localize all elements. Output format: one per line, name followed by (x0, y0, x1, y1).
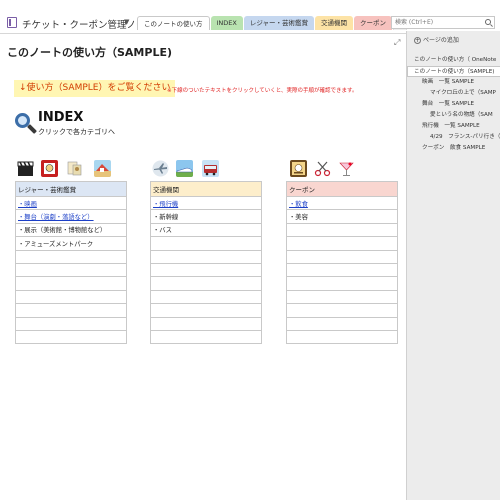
tab-coupon[interactable]: クーポン (354, 16, 393, 30)
page-item[interactable]: 舞台 一覧 SAMPLE (407, 99, 500, 110)
table-row[interactable] (286, 222, 398, 238)
table-row[interactable] (15, 249, 127, 264)
table-row[interactable] (150, 329, 262, 345)
page-item-selected[interactable]: このノートの使い方（SAMPLE) (407, 66, 500, 77)
table-row[interactable] (286, 316, 398, 331)
table-row[interactable] (286, 303, 398, 318)
table-row[interactable] (150, 249, 262, 264)
plus-circle-icon: + (414, 37, 421, 44)
transport-table: 交通機関 ・飛行機 ・新幹線 ・バス (150, 181, 262, 345)
add-page-button[interactable]: + ページの追加 (414, 35, 459, 44)
page-item[interactable]: クーポン 飲食 SAMPLE (407, 143, 500, 154)
table-row[interactable]: ・アミューズメントパーク (15, 236, 127, 251)
usage-banner: ↓使い方（SAMPLE）をご覧ください (14, 80, 176, 97)
add-page-label: ページの追加 (423, 37, 459, 44)
search-placeholder: 検索 (Ctrl+E) (395, 19, 434, 26)
table-row[interactable]: ・美容 (286, 209, 398, 224)
notebook-bar: チケット・クーポン管理ノート ▼ このノートの使い方 INDEX レジャー・芸術… (0, 0, 500, 34)
tab-index[interactable]: INDEX (210, 16, 243, 30)
table-row[interactable] (15, 316, 127, 331)
notebook-icon (7, 17, 17, 28)
page-list-panel: + ページの追加 このノートの使い方（ OneNote このノートの使い方（SAM… (406, 31, 500, 500)
table-row[interactable] (15, 276, 127, 291)
index-subtitle: クリックで各カテゴリへ (38, 128, 115, 136)
page-item[interactable]: 4/29 フランス-パリ行き（ (407, 132, 500, 143)
leisure-table-header: レジャー・芸術鑑賞 (15, 181, 127, 197)
table-row[interactable]: ・映画 (15, 195, 127, 211)
theater-mask-icon[interactable] (41, 160, 58, 177)
airplane-icon[interactable] (152, 160, 169, 177)
section-tabs: このノートの使い方 INDEX レジャー・芸術鑑賞 交通機関 クーポン + (137, 16, 408, 30)
index-heading: INDEX (38, 110, 84, 125)
page-item[interactable]: 愛という名の物語（SAM (407, 110, 500, 121)
tab-transport[interactable]: 交通機関 (315, 16, 354, 30)
chevron-down-icon[interactable]: ▼ (124, 18, 129, 26)
table-row[interactable] (150, 316, 262, 331)
table-row[interactable] (150, 276, 262, 291)
notebook-title[interactable]: チケット・クーポン管理ノート (22, 17, 155, 31)
table-row[interactable] (286, 276, 398, 291)
cocktail-icon[interactable] (338, 160, 355, 177)
table-row[interactable] (150, 303, 262, 318)
page-title[interactable]: このノートの使い方（SAMPLE) (7, 44, 172, 60)
food-coupon-icon[interactable] (290, 160, 307, 177)
banner-note: ※下線のついたテキストをクリックしていくと、実際の手順が確認できます。 (167, 88, 358, 94)
page-list: このノートの使い方（ OneNote このノートの使い方（SAMPLE) 映画 … (407, 55, 500, 154)
expand-icon[interactable]: ⤢ (394, 38, 400, 48)
table-row[interactable] (15, 303, 127, 318)
tab-how-to-use[interactable]: このノートの使い方 (137, 16, 210, 30)
table-row[interactable] (15, 329, 127, 345)
table-row[interactable]: ・飛行機 (150, 195, 262, 211)
table-row[interactable] (286, 249, 398, 264)
table-row[interactable] (150, 236, 262, 251)
table-row[interactable]: ・展示（美術館・博物館など） (15, 222, 127, 238)
table-row[interactable] (15, 262, 127, 278)
link-food[interactable]: ・飲食 (289, 201, 308, 208)
table-row[interactable]: ・バス (150, 222, 262, 238)
link-airplane[interactable]: ・飛行機 (153, 201, 178, 208)
table-row[interactable] (150, 289, 262, 305)
link-stage[interactable]: ・舞台（演劇・落語など） (18, 214, 94, 221)
table-row[interactable] (286, 262, 398, 278)
table-row[interactable]: ・舞台（演劇・落語など） (15, 209, 127, 224)
table-row[interactable] (286, 329, 398, 345)
table-row[interactable] (286, 289, 398, 305)
tab-leisure[interactable]: レジャー・芸術鑑賞 (243, 16, 315, 30)
search-icon[interactable] (485, 19, 491, 25)
amusement-park-icon[interactable] (94, 160, 111, 177)
coupon-table-header: クーポン (286, 181, 398, 197)
table-row[interactable]: ・新幹線 (150, 209, 262, 224)
table-row[interactable] (15, 289, 127, 305)
museum-icon[interactable] (66, 160, 83, 177)
table-row[interactable] (286, 236, 398, 251)
table-row[interactable] (150, 262, 262, 278)
page-item[interactable]: マイクロ丘の上で（SAMP (407, 88, 500, 99)
clapperboard-icon[interactable] (17, 160, 34, 177)
table-row[interactable]: ・飲食 (286, 195, 398, 211)
search-input[interactable]: 検索 (Ctrl+E) (391, 16, 495, 29)
transport-table-header: 交通機関 (150, 181, 262, 197)
onenote-window: チケット・クーポン管理ノート ▼ このノートの使い方 INDEX レジャー・芸術… (0, 0, 500, 500)
page-item[interactable]: このノートの使い方（ OneNote (407, 55, 500, 66)
bullet-train-icon[interactable] (176, 160, 193, 177)
page-item[interactable]: 飛行機 一覧 SAMPLE (407, 121, 500, 132)
page-item[interactable]: 映画 一覧 SAMPLE (407, 77, 500, 88)
leisure-table: レジャー・芸術鑑賞 ・映画 ・舞台（演劇・落語など） ・展示（美術館・博物館など… (15, 181, 127, 345)
magnifier-icon (14, 112, 37, 134)
scissors-icon[interactable] (314, 160, 331, 177)
coupon-table: クーポン ・飲食 ・美容 (286, 181, 398, 345)
link-movie[interactable]: ・映画 (18, 201, 37, 208)
bus-icon[interactable] (202, 160, 219, 177)
